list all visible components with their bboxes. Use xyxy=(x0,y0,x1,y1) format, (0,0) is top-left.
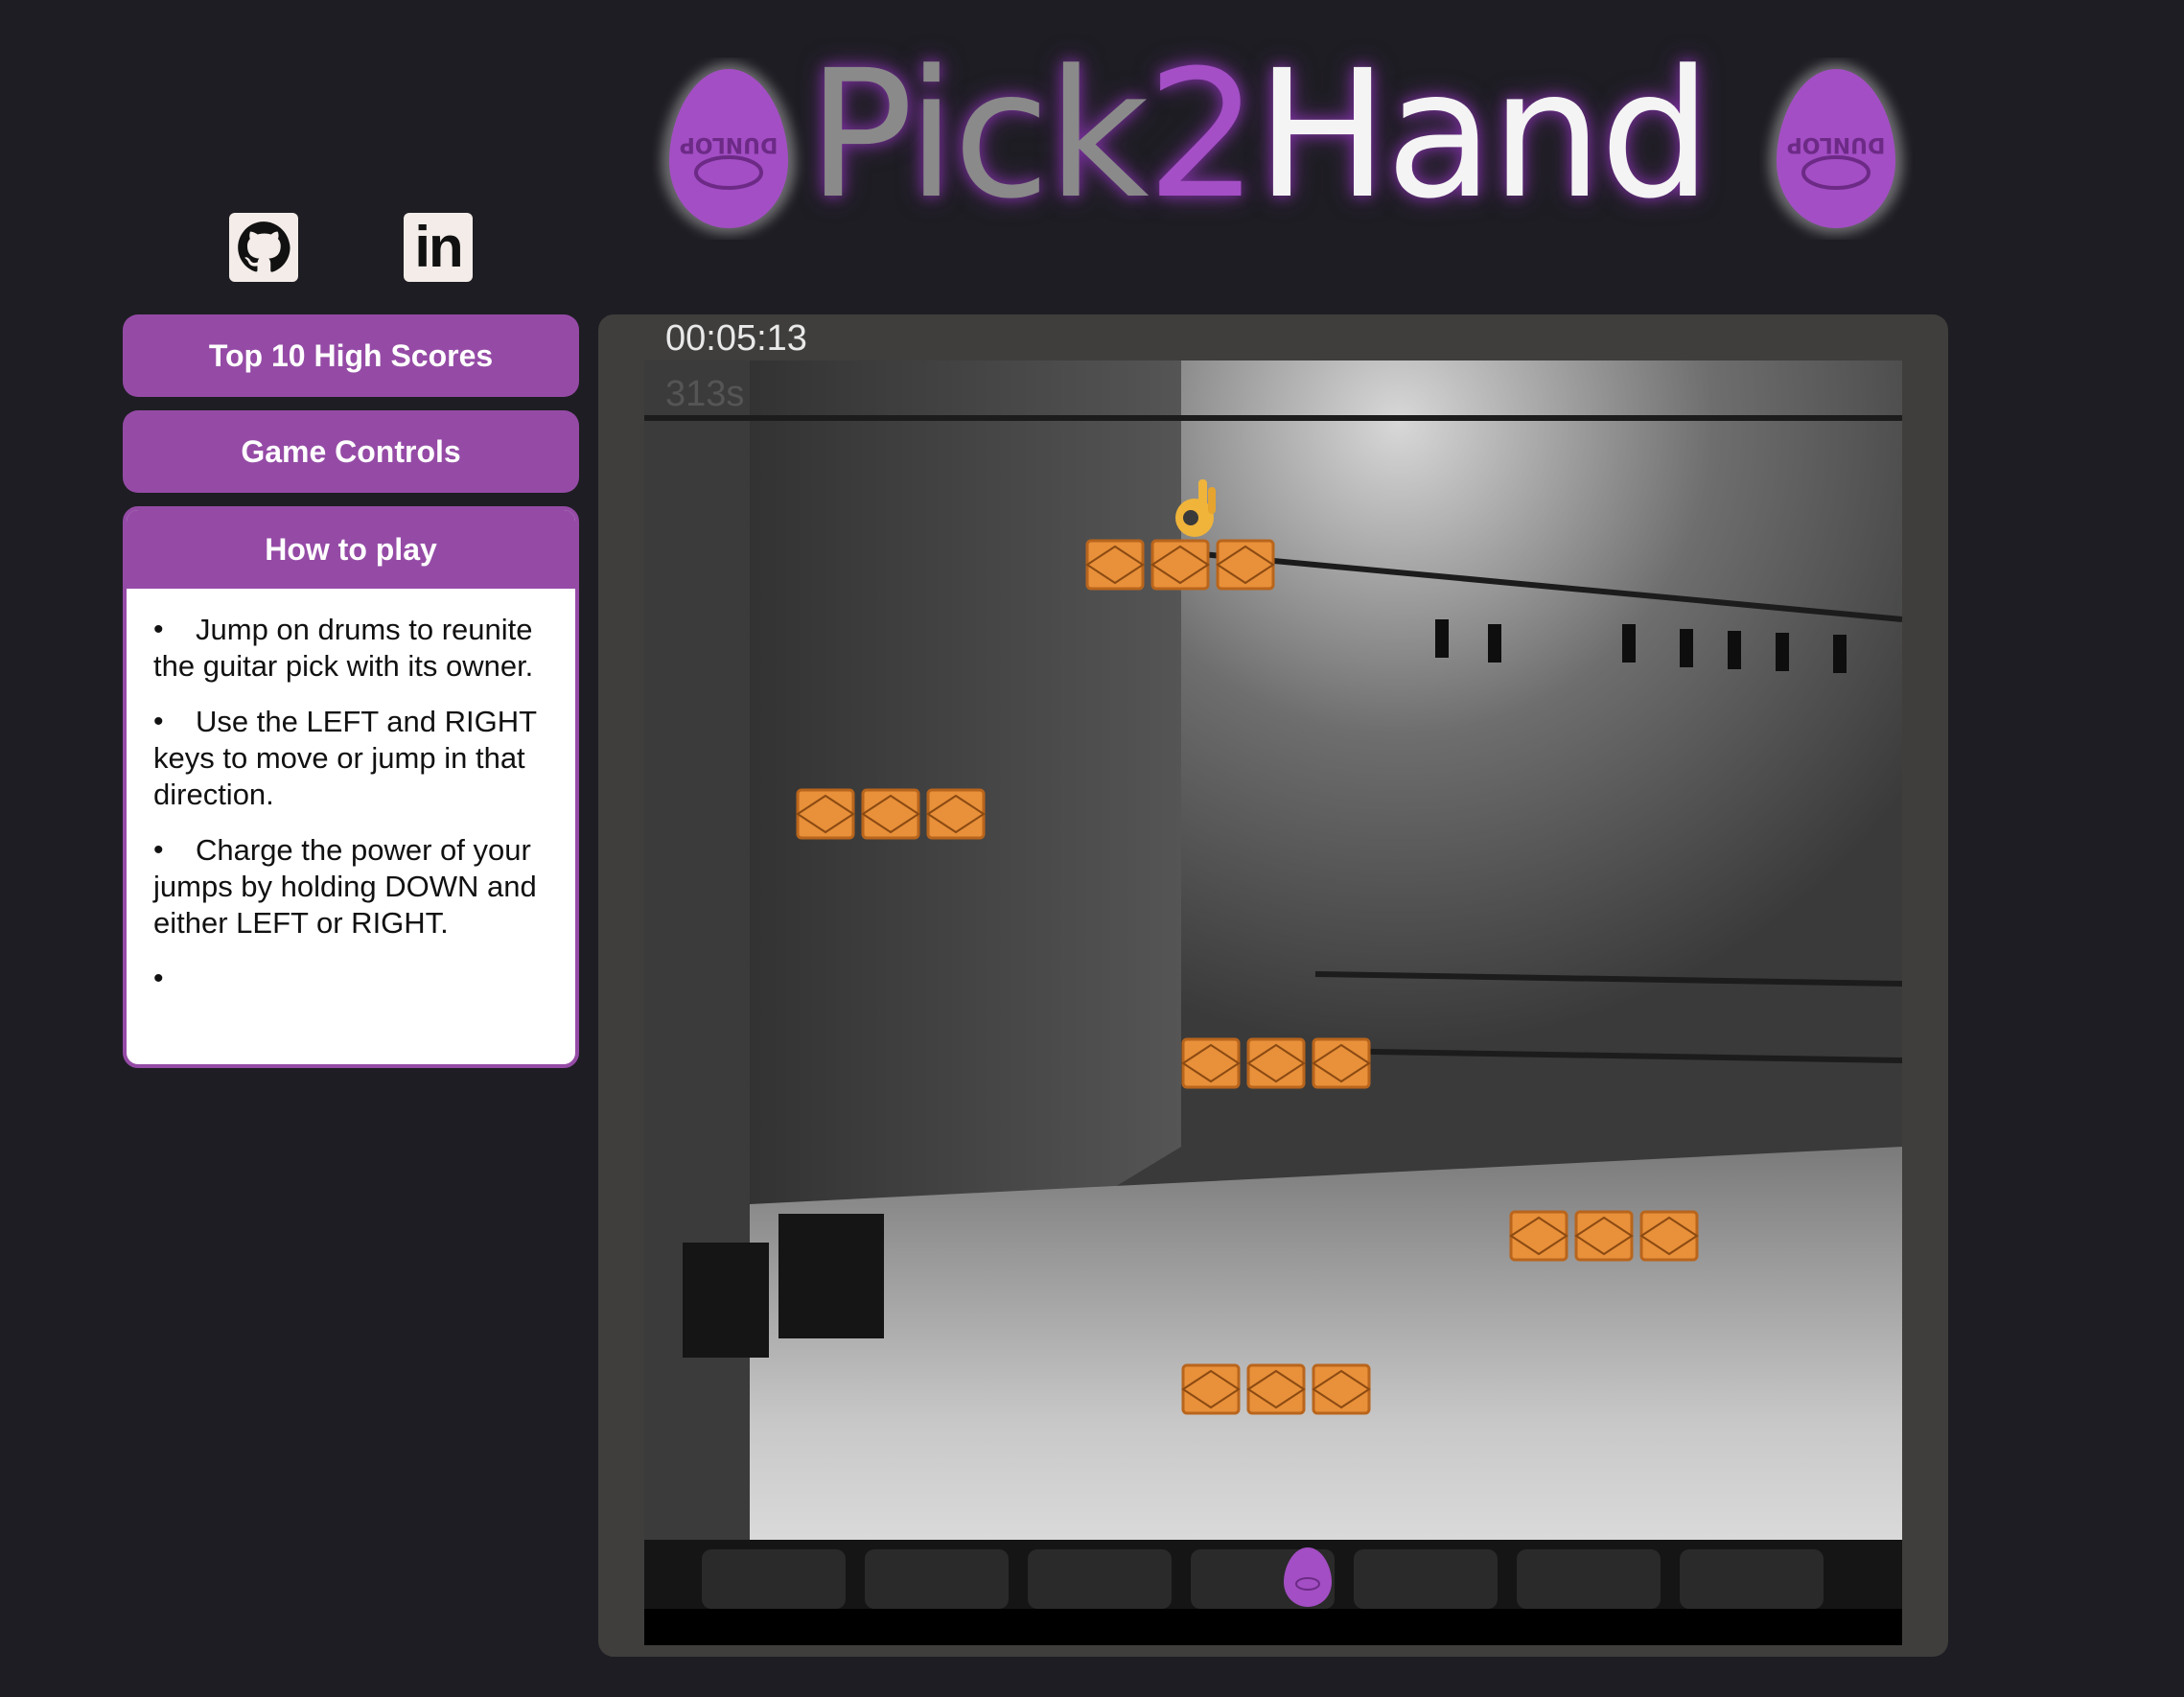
linkedin-icon: in xyxy=(414,215,463,279)
how-to-play-panel: How to play Jump on drums to reunite the… xyxy=(123,506,579,1068)
drum-icon xyxy=(1216,539,1275,591)
list-item: Use the LEFT and RIGHT keys to move or j… xyxy=(153,704,552,813)
game-controls-button[interactable]: Game Controls xyxy=(123,410,579,493)
how-to-play-header[interactable]: How to play xyxy=(127,510,575,589)
game-canvas[interactable]: 313s xyxy=(644,360,1902,1645)
drum-icon xyxy=(1509,1210,1568,1262)
drum-icon xyxy=(926,788,986,840)
guitar-pick-icon: DUNLOP xyxy=(1769,63,1903,234)
drum-icon xyxy=(796,788,855,840)
drum-platform xyxy=(1181,1360,1371,1419)
svg-text:DUNLOP: DUNLOP xyxy=(680,132,778,156)
drum-icon xyxy=(1150,539,1210,591)
drum-platform xyxy=(1509,1206,1699,1266)
drum-icon xyxy=(1639,1210,1699,1262)
game-frame: 00:05:13 313s xyxy=(598,314,1948,1657)
drum-icon xyxy=(1181,1037,1241,1089)
svg-text:DUNLOP: DUNLOP xyxy=(1787,132,1886,156)
site-logo: DUNLOP Pick2Hand DUNLOP xyxy=(644,35,1929,249)
player-guitar-pick-icon xyxy=(1284,1547,1332,1607)
drum-platform xyxy=(1181,1034,1371,1093)
game-timer: 00:05:13 xyxy=(665,318,807,359)
elapsed-seconds: 313s xyxy=(665,374,745,414)
ok-hand-icon xyxy=(1175,479,1216,537)
linkedin-link[interactable]: in xyxy=(404,213,473,282)
drum-icon xyxy=(1312,1363,1371,1415)
drum-platform xyxy=(1085,535,1275,594)
list-item: Jump on drums to reunite the guitar pick… xyxy=(153,612,552,685)
github-icon xyxy=(238,221,290,272)
drum-icon xyxy=(1181,1363,1241,1415)
drum-icon xyxy=(1246,1037,1306,1089)
github-link[interactable] xyxy=(229,213,298,282)
drum-icon xyxy=(1246,1363,1306,1415)
drum-platform xyxy=(796,784,986,844)
drum-icon xyxy=(1312,1037,1371,1089)
drum-icon xyxy=(1085,539,1145,591)
drum-icon xyxy=(861,788,920,840)
high-scores-button[interactable]: Top 10 High Scores xyxy=(123,314,579,397)
logo-text: Pick2Hand xyxy=(807,33,1711,238)
list-item xyxy=(153,961,552,997)
list-item: Charge the power of your jumps by holdin… xyxy=(153,832,552,941)
guitar-pick-icon: DUNLOP xyxy=(662,63,796,234)
instructions-list: Jump on drums to reunite the guitar pick… xyxy=(127,589,575,997)
drum-icon xyxy=(1574,1210,1634,1262)
